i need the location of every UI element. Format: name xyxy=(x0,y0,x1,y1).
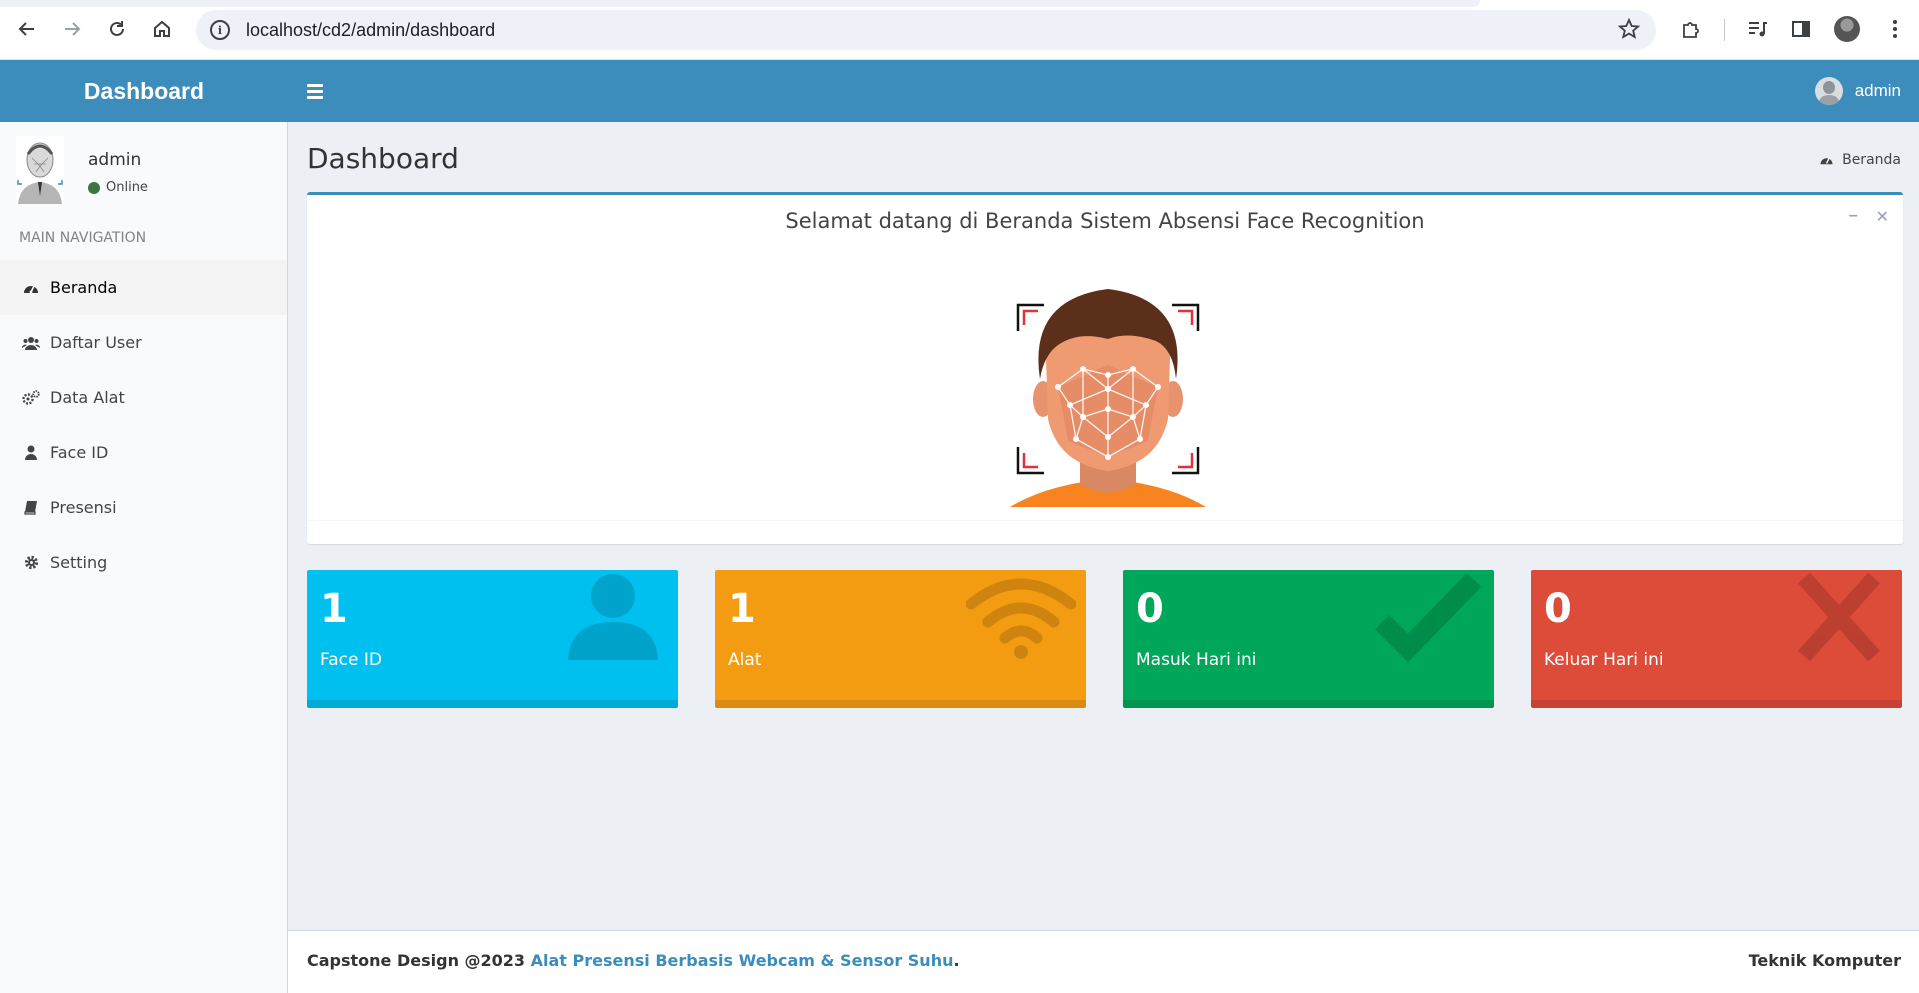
toolbar-separator xyxy=(1724,19,1725,41)
back-arrow-icon[interactable] xyxy=(12,14,42,44)
box-footer xyxy=(307,520,1903,544)
online-dot-icon xyxy=(88,181,100,194)
browser-toolbar: i localhost/cd2/admin/dashboard xyxy=(0,0,1919,60)
bookmark-star-icon[interactable] xyxy=(1617,17,1641,46)
extensions-icon[interactable] xyxy=(1676,14,1706,44)
footer-link[interactable]: Alat Presensi Berbasis Webcam & Sensor S… xyxy=(531,951,954,970)
forward-arrow-icon[interactable] xyxy=(57,14,87,44)
box-tools: – ✕ xyxy=(1849,207,1889,227)
sidebar-item-label: Data Alat xyxy=(50,388,125,407)
stat-value: 1 xyxy=(320,586,348,632)
user-panel: admin Online xyxy=(16,134,276,206)
stat-value: 1 xyxy=(728,586,756,632)
stat-footer-bar xyxy=(1123,700,1494,708)
footer-suffix: . xyxy=(953,951,960,970)
sidebar-item-presensi[interactable]: Presensi xyxy=(0,480,287,535)
url-text[interactable]: localhost/cd2/admin/dashboard xyxy=(246,20,495,41)
stat-card-masuk[interactable]: 0 Masuk Hari ini xyxy=(1123,570,1494,708)
main-footer: Capstone Design @2023 Alat Presensi Berb… xyxy=(288,930,1919,993)
status-text: Online xyxy=(106,180,148,195)
sidebar-item-label: Setting xyxy=(50,553,108,572)
app-logo[interactable]: Dashboard xyxy=(0,60,288,122)
profile-avatar-icon[interactable] xyxy=(1834,16,1860,42)
address-bar[interactable]: i localhost/cd2/admin/dashboard xyxy=(196,10,1656,50)
footer-credit: Capstone Design @2023 Alat Presensi Berb… xyxy=(307,951,960,970)
avatar xyxy=(16,136,64,204)
breadcrumb-item[interactable]: Beranda xyxy=(1842,152,1901,168)
app-header: Dashboard admin xyxy=(0,60,1919,122)
stat-label: Keluar Hari ini xyxy=(1544,650,1664,670)
user-menu[interactable]: admin xyxy=(1814,74,1901,108)
collapse-icon[interactable]: – xyxy=(1849,207,1858,227)
site-info-icon[interactable]: i xyxy=(210,20,230,40)
sidebar-item-setting[interactable]: Setting xyxy=(0,535,287,590)
stat-card-keluar[interactable]: 0 Keluar Hari ini xyxy=(1531,570,1902,708)
media-control-icon[interactable] xyxy=(1742,14,1772,44)
users-icon xyxy=(21,336,41,350)
sidebar-item-beranda[interactable]: Beranda xyxy=(0,260,287,315)
avatar xyxy=(1814,77,1843,105)
check-icon xyxy=(1374,573,1482,662)
reload-icon[interactable] xyxy=(102,14,132,44)
welcome-box: Selamat datang di Beranda Sistem Absensi… xyxy=(307,192,1903,544)
tab-strip-edge xyxy=(0,0,1480,7)
stat-value: 0 xyxy=(1544,586,1572,632)
close-icon[interactable]: ✕ xyxy=(1876,207,1889,227)
stat-label: Alat xyxy=(728,650,762,670)
home-icon[interactable] xyxy=(147,14,177,44)
header-username: admin xyxy=(1854,81,1901,100)
nav-header: MAIN NAVIGATION xyxy=(19,230,147,246)
sidebar-username: admin xyxy=(88,150,142,170)
sidebar-item-label: Presensi xyxy=(50,498,117,517)
side-panel-icon[interactable] xyxy=(1786,14,1816,44)
footer-right-text: Teknik Komputer xyxy=(1748,951,1901,970)
sidebar-item-data-alat[interactable]: Data Alat xyxy=(0,370,287,425)
status-badge: Online xyxy=(88,180,148,195)
user-icon xyxy=(568,574,658,660)
stat-value: 0 xyxy=(1136,586,1164,632)
sidebar-item-label: Face ID xyxy=(50,443,109,462)
face-recognition-illustration xyxy=(1010,289,1206,507)
stat-footer-bar xyxy=(307,700,678,708)
sidebar-item-label: Daftar User xyxy=(50,333,142,352)
footer-prefix: Capstone Design @2023 xyxy=(307,951,531,970)
sidebar-toggle-icon[interactable] xyxy=(300,76,330,106)
cogs-icon xyxy=(21,389,41,406)
sidebar: admin Online MAIN NAVIGATION Beranda Daf… xyxy=(0,122,288,993)
stat-card-alat[interactable]: 1 Alat xyxy=(715,570,1086,708)
user-icon xyxy=(21,445,41,460)
stat-label: Face ID xyxy=(320,650,382,670)
sidebar-item-label: Beranda xyxy=(50,278,118,297)
stat-label: Masuk Hari ini xyxy=(1136,650,1257,670)
gear-icon xyxy=(21,555,41,570)
welcome-title: Selamat datang di Beranda Sistem Absensi… xyxy=(785,209,1425,233)
sidebar-item-daftar-user[interactable]: Daftar User xyxy=(0,315,287,370)
stat-footer-bar xyxy=(1531,700,1902,708)
more-menu-icon[interactable] xyxy=(1880,14,1910,44)
stat-footer-bar xyxy=(715,700,1086,708)
dashboard-icon xyxy=(1820,157,1833,165)
sidebar-menu: Beranda Daftar User Data Alat Face ID Pr… xyxy=(0,260,287,590)
wifi-icon xyxy=(966,578,1076,659)
x-icon xyxy=(1798,572,1880,662)
stat-card-face-id[interactable]: 1 Face ID xyxy=(307,570,678,708)
content-wrapper: Dashboard Beranda Selamat datang di Bera… xyxy=(288,122,1919,930)
dashboard-icon xyxy=(21,281,41,295)
sidebar-item-face-id[interactable]: Face ID xyxy=(0,425,287,480)
page-title: Dashboard xyxy=(307,142,459,175)
breadcrumb[interactable]: Beranda xyxy=(1819,152,1901,168)
book-icon xyxy=(21,500,41,515)
